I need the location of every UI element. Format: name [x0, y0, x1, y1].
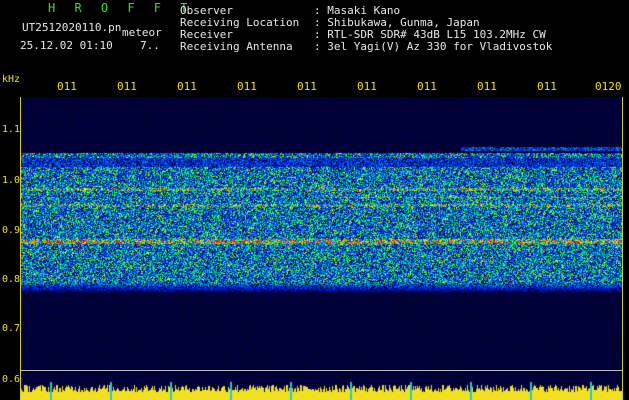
x-tick-label: 011	[417, 80, 437, 93]
spectrogram-plot	[20, 97, 623, 400]
baseline-divider	[21, 370, 622, 371]
y-tick-label: 1.0	[2, 175, 21, 186]
y-unit-label: kHz	[2, 74, 21, 85]
plot-frame-right	[622, 97, 623, 400]
mode-title: H R O F F T	[48, 1, 194, 15]
y-tick-label: 0.8	[2, 274, 21, 285]
x-tick-label: 011	[357, 80, 377, 93]
plot-frame-left	[20, 97, 21, 400]
y-tick-label: 0.9	[2, 225, 21, 236]
x-tick-label: 011	[537, 80, 557, 93]
kind-label: meteor	[122, 26, 162, 39]
antenna-label: Receiving Antenna	[180, 40, 293, 53]
x-tick-label: 011	[57, 80, 77, 93]
y-tick-label: 0.6	[2, 374, 21, 385]
count-label: 7..	[140, 39, 160, 52]
x-tick-label: 011	[477, 80, 497, 93]
x-tick-label: 0120	[595, 80, 622, 93]
x-tick-label: 011	[297, 80, 317, 93]
y-tick-label: 1.1	[2, 124, 21, 135]
filename-label: UT2512020110.pn	[22, 21, 122, 34]
x-tick-label: 011	[237, 80, 257, 93]
antenna-value: : 3el Yagi(V) Az 330 for Vladivostok	[314, 40, 553, 53]
x-tick-label: 011	[177, 80, 197, 93]
datetime-label: 25.12.02 01:10	[20, 39, 113, 52]
x-tick-label: 011	[117, 80, 137, 93]
y-tick-label: 0.7	[2, 323, 21, 334]
